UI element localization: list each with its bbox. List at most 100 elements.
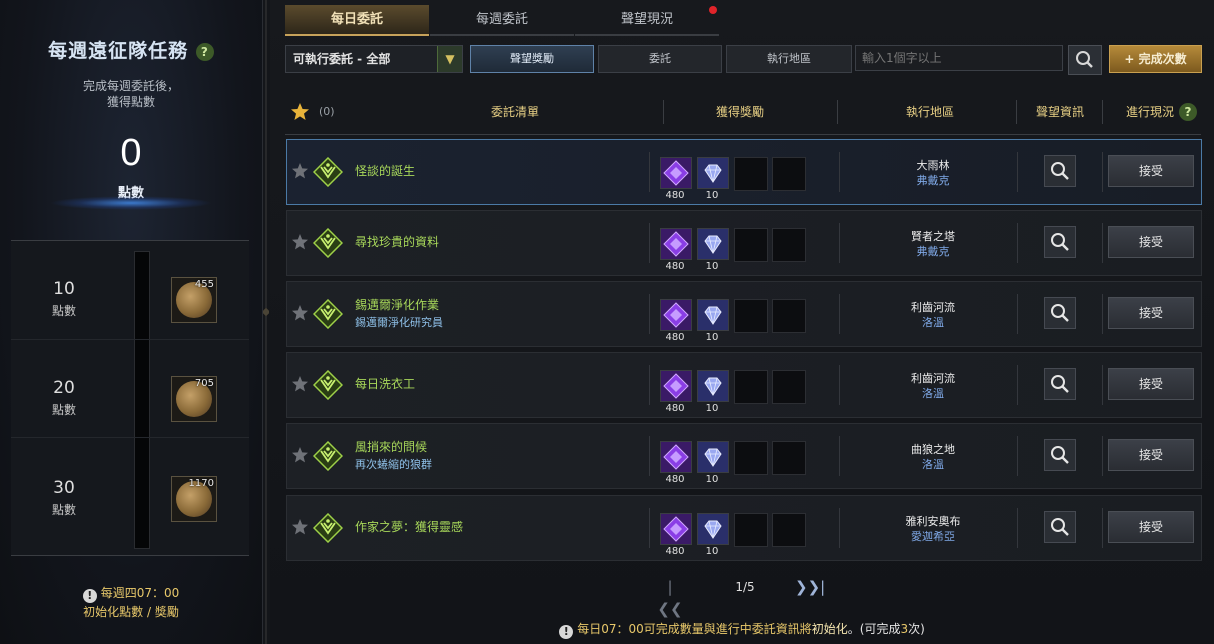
tab-reputation[interactable]: 聲望現況	[575, 5, 719, 36]
quest-region: 洛溫	[922, 316, 944, 329]
reward-count: 705	[194, 378, 214, 389]
reputation-info-button[interactable]	[1044, 511, 1076, 543]
reputation-info-button[interactable]	[1044, 297, 1076, 329]
favorite-star-icon[interactable]	[291, 518, 309, 536]
reward-tier: 20 點數 705	[11, 339, 249, 438]
favorite-star-icon[interactable]	[291, 375, 309, 393]
reward-amount: 480	[665, 261, 685, 272]
tier-points: 10	[53, 279, 75, 299]
purple-gem-icon[interactable]	[660, 157, 692, 189]
quest-emblem-icon	[313, 157, 343, 187]
search-button[interactable]	[1068, 45, 1102, 75]
tab-weekly[interactable]: 每週委託	[430, 5, 574, 36]
tab-daily[interactable]: 每日委託	[285, 5, 429, 36]
empty-reward-slot	[734, 441, 768, 475]
reward-amount: 480	[665, 403, 685, 414]
favorite-star-icon[interactable]	[291, 162, 309, 180]
reward-amount: 480	[665, 332, 685, 343]
quest-row[interactable]: 風捎來的問候 再次蜷縮的狼群 480 10 曲狼之地 洛溫 接受	[286, 423, 1202, 489]
blue-diamond-icon[interactable]	[697, 228, 729, 260]
purple-gem-icon[interactable]	[660, 441, 692, 473]
row-divider	[649, 365, 650, 405]
accept-button[interactable]: 接受	[1108, 226, 1194, 258]
accept-button[interactable]: 接受	[1108, 368, 1194, 400]
search-icon	[1050, 517, 1070, 537]
search-icon	[1050, 161, 1070, 181]
purple-gem-icon[interactable]	[660, 228, 692, 260]
quest-row[interactable]: 錫邁爾淨化作業 錫邁爾淨化研究員 480 10 利齒河流 洛溫 接受	[286, 281, 1202, 347]
quest-region: 愛迦希亞	[911, 530, 955, 543]
sort-region-button[interactable]: 執行地區	[726, 45, 852, 73]
quest-row[interactable]: 每日洗衣工 480 10 利齒河流 洛溫 接受	[286, 352, 1202, 418]
notice-text: 。(可完成	[847, 622, 901, 636]
reward-item[interactable]: 455	[171, 277, 217, 323]
sort-reputation-reward-button[interactable]: 聲望獎勵	[470, 45, 594, 73]
quest-emblem-icon	[313, 370, 343, 400]
blue-diamond-icon[interactable]	[697, 441, 729, 473]
description-line: 完成每週委託後，	[82, 79, 179, 93]
reward-amount: 10	[705, 332, 719, 343]
select-value: 可執行委託 - 全部	[293, 52, 391, 66]
blue-diamond-icon[interactable]	[697, 370, 729, 402]
favorite-star-icon[interactable]	[291, 233, 309, 251]
reward-count: 1170	[188, 478, 214, 489]
tier-label: 點數	[51, 403, 76, 417]
reputation-info-button[interactable]	[1044, 439, 1076, 471]
quest-row[interactable]: 尋找珍貴的資料 480 10 賢者之塔 弗戴克 接受	[286, 210, 1202, 276]
purple-gem-icon[interactable]	[660, 513, 692, 545]
reputation-info-button[interactable]	[1044, 155, 1076, 187]
quest-row[interactable]: 作家之夢：獲得靈感 480 10 雅利安奧布 愛迦希亞 接受	[286, 495, 1202, 561]
quest-location: 賢者之塔	[911, 230, 955, 243]
complete-count-button[interactable]: + 完成次數	[1109, 45, 1202, 73]
help-icon[interactable]: ?	[195, 42, 214, 61]
points-glow	[50, 196, 212, 210]
header-divider	[663, 100, 664, 124]
reward-amount: 10	[705, 190, 719, 201]
search-input[interactable]	[855, 45, 1063, 71]
points-value: 0	[120, 132, 142, 174]
purple-gem-icon[interactable]	[660, 370, 692, 402]
reputation-info-button[interactable]	[1044, 226, 1076, 258]
empty-reward-slot	[772, 441, 806, 475]
quest-name: 作家之夢：獲得靈感	[355, 520, 464, 534]
quest-row[interactable]: 怪談的誕生 480 10 大雨林 弗戴克 接受	[286, 139, 1202, 205]
reward-tier: 30 點數 1170	[11, 437, 249, 536]
chevron-down-icon: ▼	[437, 46, 462, 72]
quest-location: 雅利安奧布	[905, 515, 961, 528]
first-page-icon[interactable]: |❮❮	[655, 576, 685, 618]
header-region: 執行地區	[905, 105, 954, 119]
row-divider	[1102, 365, 1103, 405]
quest-filter-select[interactable]: 可執行委託 - 全部 ▼	[285, 45, 463, 73]
reward-item[interactable]: 1170	[171, 476, 217, 522]
accept-button[interactable]: 接受	[1108, 155, 1194, 187]
accept-button[interactable]: 接受	[1108, 511, 1194, 543]
empty-reward-slot	[772, 299, 806, 333]
header-rewards: 獲得獎勵	[715, 105, 764, 119]
notice-count: 3	[900, 622, 909, 636]
empty-reward-slot	[772, 157, 806, 191]
row-divider	[1102, 223, 1103, 263]
reward-item[interactable]: 705	[171, 376, 217, 422]
favorite-star-icon[interactable]	[291, 304, 309, 322]
empty-reward-slot	[734, 157, 768, 191]
row-divider	[839, 152, 840, 192]
accept-button[interactable]: 接受	[1108, 439, 1194, 471]
quest-region: 弗戴克	[916, 245, 950, 258]
row-divider	[649, 152, 650, 192]
blue-diamond-icon[interactable]	[697, 299, 729, 331]
row-divider	[839, 294, 840, 334]
sort-quest-button[interactable]: 委託	[598, 45, 722, 73]
blue-diamond-icon[interactable]	[697, 157, 729, 189]
reputation-info-button[interactable]	[1044, 368, 1076, 400]
header-quest-list: 委託清單	[490, 105, 539, 119]
help-icon[interactable]: ?	[1179, 103, 1197, 121]
blue-diamond-icon[interactable]	[697, 513, 729, 545]
next-page-icon[interactable]: ❯❯|	[795, 576, 825, 598]
favorite-count: (0)	[319, 105, 335, 118]
accept-button[interactable]: 接受	[1108, 297, 1194, 329]
reward-amount: 480	[665, 474, 685, 485]
star-icon[interactable]	[290, 102, 310, 122]
plus-icon: +	[1124, 52, 1135, 66]
favorite-star-icon[interactable]	[291, 446, 309, 464]
purple-gem-icon[interactable]	[660, 299, 692, 331]
